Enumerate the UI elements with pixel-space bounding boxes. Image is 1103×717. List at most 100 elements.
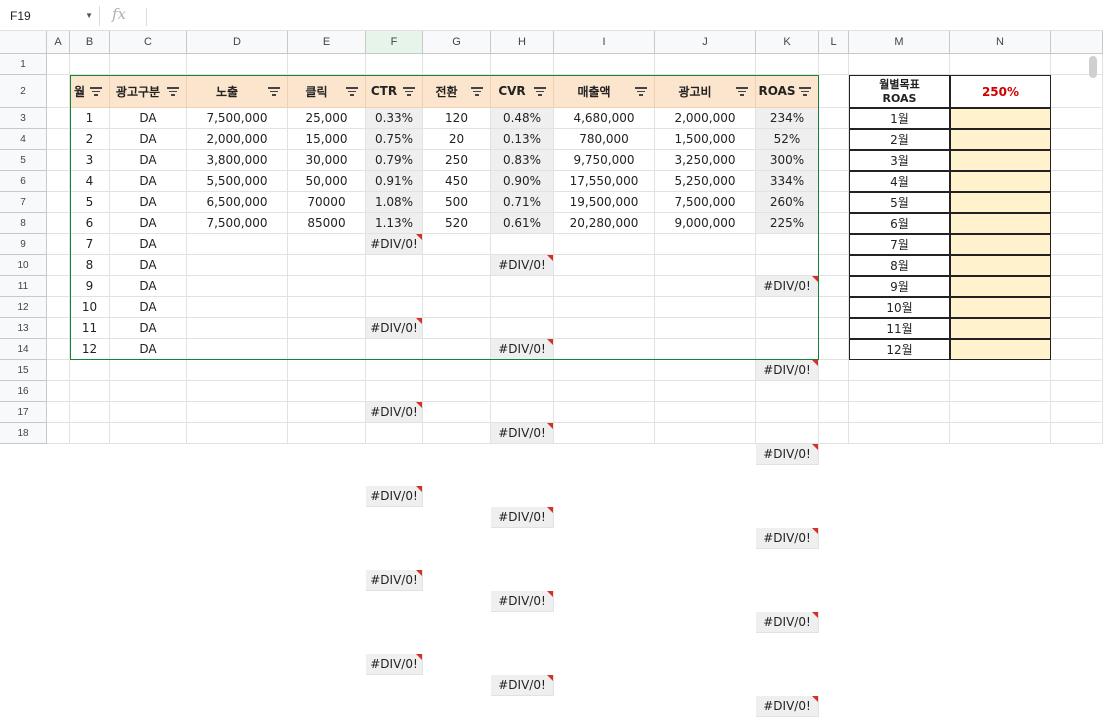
table-cell[interactable]: 250 <box>423 150 491 171</box>
table-cell[interactable]: 3,800,000 <box>187 150 288 171</box>
grid-cell[interactable] <box>187 360 288 381</box>
filter-icon[interactable] <box>402 86 416 96</box>
grid-cell[interactable] <box>819 150 849 171</box>
grid-cell[interactable] <box>554 54 655 75</box>
grid-cell[interactable] <box>491 297 554 318</box>
table-cell[interactable]: 0.33% <box>366 108 423 129</box>
table-cell[interactable]: #DIV/0! <box>366 402 423 423</box>
column-header-e[interactable]: E <box>288 31 366 54</box>
row-header-12[interactable]: 12 <box>0 297 47 318</box>
grid-cell[interactable] <box>1051 75 1103 108</box>
table-cell[interactable]: #DIV/0! <box>366 654 423 675</box>
grid-cell[interactable] <box>70 423 110 444</box>
table-header-7[interactable]: 매출액 <box>554 75 655 108</box>
grid-cell[interactable] <box>47 255 70 276</box>
table-cell[interactable]: 780,000 <box>554 129 655 150</box>
grid-cell[interactable] <box>423 381 491 402</box>
table-cell[interactable]: DA <box>110 213 187 234</box>
table-cell[interactable]: 5 <box>70 192 110 213</box>
grid-cell[interactable] <box>491 276 554 297</box>
column-header-k[interactable]: K <box>756 31 819 54</box>
table-cell[interactable]: 52% <box>756 129 819 150</box>
grid-cell[interactable] <box>491 234 554 255</box>
grid-cell[interactable] <box>819 213 849 234</box>
grid-cell[interactable] <box>187 381 288 402</box>
table-cell[interactable] <box>655 255 756 276</box>
grid-cell[interactable] <box>1051 360 1103 381</box>
row-header-10[interactable]: 10 <box>0 255 47 276</box>
table-cell[interactable] <box>554 234 655 255</box>
grid-cell[interactable] <box>554 423 655 444</box>
grid-cell[interactable] <box>366 297 423 318</box>
table-cell[interactable]: DA <box>110 297 187 318</box>
grid-cell[interactable] <box>1051 213 1103 234</box>
table-cell[interactable]: 30,000 <box>288 150 366 171</box>
table-cell[interactable]: 9,000,000 <box>655 213 756 234</box>
grid-cell[interactable] <box>819 75 849 108</box>
table-cell[interactable]: 19,500,000 <box>554 192 655 213</box>
table-cell[interactable]: #DIV/0! <box>756 444 819 465</box>
grid-cell[interactable] <box>423 360 491 381</box>
target-value-cell[interactable] <box>950 339 1051 360</box>
grid-cell[interactable] <box>1051 192 1103 213</box>
table-cell[interactable]: #DIV/0! <box>366 234 423 255</box>
table-cell[interactable]: 2 <box>70 129 110 150</box>
filter-icon[interactable] <box>89 86 103 96</box>
grid-cell[interactable] <box>655 381 756 402</box>
grid-cell[interactable] <box>491 381 554 402</box>
table-cell[interactable]: #DIV/0! <box>756 696 819 717</box>
grid-cell[interactable] <box>47 192 70 213</box>
table-cell[interactable]: 1.13% <box>366 213 423 234</box>
grid-cell[interactable] <box>950 423 1051 444</box>
table-header-5[interactable]: 전환 <box>423 75 491 108</box>
table-cell[interactable] <box>423 234 491 255</box>
table-cell[interactable] <box>423 297 491 318</box>
grid-cell[interactable] <box>288 402 366 423</box>
table-cell[interactable]: DA <box>110 276 187 297</box>
grid-cell[interactable] <box>47 318 70 339</box>
target-month[interactable]: 6월 <box>849 213 950 234</box>
row-header-9[interactable]: 9 <box>0 234 47 255</box>
table-cell[interactable]: #DIV/0! <box>491 507 554 528</box>
grid-cell[interactable] <box>366 381 423 402</box>
grid-cell[interactable] <box>655 423 756 444</box>
grid-cell[interactable] <box>110 381 187 402</box>
grid-cell[interactable] <box>110 423 187 444</box>
table-cell[interactable]: #DIV/0! <box>491 255 554 276</box>
grid-cell[interactable] <box>1051 255 1103 276</box>
table-cell[interactable]: DA <box>110 255 187 276</box>
grid-cell[interactable] <box>950 402 1051 423</box>
target-value-cell[interactable] <box>950 150 1051 171</box>
table-header-4[interactable]: CTR <box>366 75 423 108</box>
target-value-cell[interactable] <box>950 255 1051 276</box>
grid-cell[interactable] <box>47 381 70 402</box>
column-header-m[interactable]: M <box>849 31 950 54</box>
table-cell[interactable]: #DIV/0! <box>366 486 423 507</box>
grid-cell[interactable] <box>819 318 849 339</box>
grid-cell[interactable] <box>366 423 423 444</box>
filter-icon[interactable] <box>166 86 180 96</box>
grid-cell[interactable] <box>849 54 950 75</box>
grid-cell[interactable] <box>47 402 70 423</box>
grid-cell[interactable] <box>756 54 819 75</box>
row-header-18[interactable]: 18 <box>0 423 47 444</box>
table-cell[interactable]: 500 <box>423 192 491 213</box>
table-cell[interactable]: 15,000 <box>288 129 366 150</box>
grid-cell[interactable] <box>1051 234 1103 255</box>
vertical-scrollbar[interactable] <box>1089 56 1097 78</box>
grid-cell[interactable] <box>366 255 423 276</box>
grid-cell[interactable] <box>47 339 70 360</box>
target-month[interactable]: 1월 <box>849 108 950 129</box>
filter-icon[interactable] <box>470 86 484 96</box>
grid-cell[interactable] <box>819 360 849 381</box>
table-cell[interactable] <box>423 318 491 339</box>
column-header-h[interactable]: H <box>491 31 554 54</box>
table-cell[interactable]: 3,250,000 <box>655 150 756 171</box>
table-cell[interactable]: DA <box>110 150 187 171</box>
table-cell[interactable] <box>655 276 756 297</box>
grid-cell[interactable] <box>288 360 366 381</box>
target-month[interactable]: 3월 <box>849 150 950 171</box>
table-cell[interactable] <box>288 234 366 255</box>
column-header-i[interactable]: I <box>554 31 655 54</box>
table-cell[interactable]: 50,000 <box>288 171 366 192</box>
